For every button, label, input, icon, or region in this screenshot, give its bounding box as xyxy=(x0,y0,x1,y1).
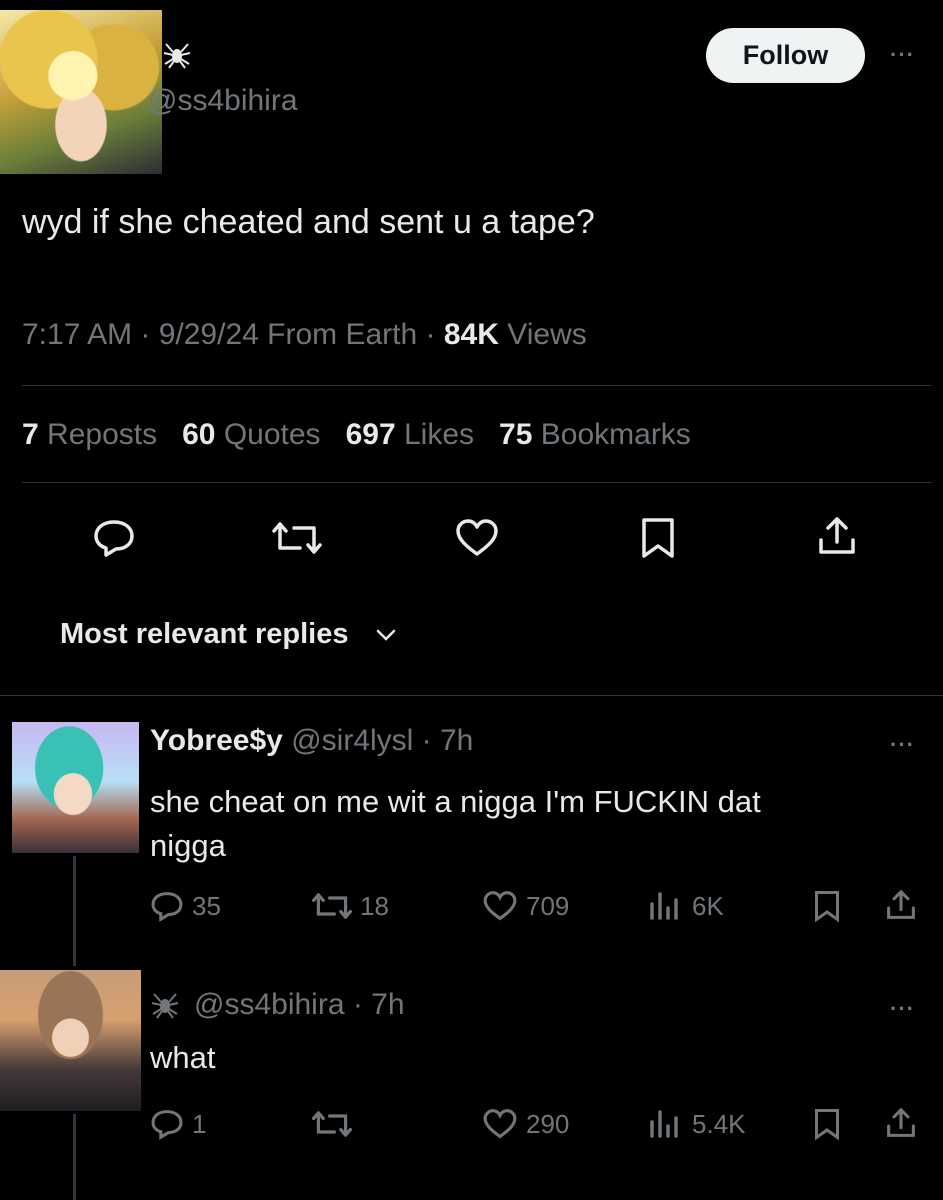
view-count: 5.4K xyxy=(692,1108,746,1139)
views-count: 84K xyxy=(443,318,499,351)
spider-icon xyxy=(162,40,192,75)
chevron-down-icon xyxy=(375,628,397,642)
reply-count: 1 xyxy=(192,1108,207,1139)
more-icon[interactable]: ··· xyxy=(890,42,915,68)
tweet-meta: 7:17 AM · 9/29/24 From Earth · 84K Views xyxy=(22,318,587,352)
author-avatar[interactable] xyxy=(0,10,162,174)
reply-icon[interactable] xyxy=(92,518,136,558)
engagement-stats: 7 Reposts 60 Quotes 697 Likes 75 Bookmar… xyxy=(22,418,691,452)
replies-sort-dropdown[interactable]: Most relevant replies xyxy=(60,618,397,651)
repost-icon xyxy=(312,1108,352,1140)
more-icon[interactable]: ··· xyxy=(890,732,915,758)
reply-action-views[interactable]: 6K xyxy=(648,890,724,922)
analytics-icon xyxy=(648,890,682,922)
reply-display-name[interactable]: Yobree$y xyxy=(150,724,283,757)
quotes-count: 60 xyxy=(182,418,216,451)
reply-header: Yobree$y @sir4lysl · 7h xyxy=(150,724,473,758)
timestamp[interactable]: 7:17 AM · 9/29/24 From Earth · xyxy=(22,318,436,351)
likes-count: 697 xyxy=(345,418,396,451)
bookmarks-label: Bookmarks xyxy=(540,418,691,451)
reply-action-like[interactable]: 290 xyxy=(482,1108,569,1140)
bookmark-icon[interactable] xyxy=(638,516,678,560)
bookmark-icon[interactable] xyxy=(812,888,842,924)
reply-handle-time[interactable]: @ss4bihira · 7h xyxy=(194,988,405,1022)
reply-icon xyxy=(150,890,184,922)
spider-icon xyxy=(150,990,180,1020)
reply-action-repost[interactable] xyxy=(312,1108,352,1140)
divider xyxy=(0,695,943,696)
likes-label: Likes xyxy=(403,418,475,451)
repost-icon[interactable] xyxy=(272,518,322,558)
repost-icon xyxy=(312,890,352,922)
heart-icon[interactable] xyxy=(454,518,500,558)
reply-text: what xyxy=(150,1040,216,1075)
reply-count: 35 xyxy=(192,890,221,921)
reply-action-reply[interactable]: 35 xyxy=(150,890,221,922)
reply-action-views[interactable]: 5.4K xyxy=(648,1108,746,1140)
reposts-label: Reposts xyxy=(47,418,158,451)
quotes-label: Quotes xyxy=(223,418,321,451)
reply-avatar[interactable] xyxy=(0,970,141,1111)
follow-button[interactable]: Follow xyxy=(706,28,865,83)
replies-sort-label: Most relevant replies xyxy=(60,618,349,650)
views-label: Views xyxy=(507,318,587,351)
thread-line xyxy=(73,1114,76,1200)
reply-icon xyxy=(150,1108,184,1140)
bookmarks-count: 75 xyxy=(499,418,533,451)
reply-header: @ss4bihira · 7h xyxy=(150,988,405,1022)
reply-avatar[interactable] xyxy=(12,722,139,853)
heart-icon xyxy=(482,890,518,922)
reply-text-line: she cheat on me wit a nigga I'm FUCKIN d… xyxy=(150,784,761,819)
divider xyxy=(22,482,932,483)
analytics-icon xyxy=(648,1108,682,1140)
reply-action-like[interactable]: 709 xyxy=(482,890,569,922)
more-icon[interactable]: ··· xyxy=(890,996,915,1022)
bookmark-icon[interactable] xyxy=(812,1106,842,1142)
quotes-stat[interactable]: 60 Quotes xyxy=(182,418,320,451)
tweet-text: wyd if she cheated and sent u a tape? xyxy=(22,203,595,241)
reply-text: she cheat on me wit a nigga I'm FUCKIN d… xyxy=(150,780,761,868)
view-count: 6K xyxy=(692,890,724,921)
thread-line xyxy=(73,856,76,966)
share-icon[interactable] xyxy=(884,1104,918,1142)
divider xyxy=(22,385,932,386)
likes-stat[interactable]: 697 Likes xyxy=(346,418,474,451)
share-icon[interactable] xyxy=(815,514,859,558)
reposts-count: 7 xyxy=(22,418,39,451)
reply-text-line: nigga xyxy=(150,828,226,863)
reply-handle-time[interactable]: @sir4lysl · 7h xyxy=(291,724,473,757)
reply-action-reply[interactable]: 1 xyxy=(150,1108,206,1140)
reposts-stat[interactable]: 7 Reposts xyxy=(22,418,157,451)
author-handle[interactable]: @ss4bihira xyxy=(147,84,298,118)
heart-icon xyxy=(482,1108,518,1140)
like-count: 290 xyxy=(526,1108,570,1139)
like-count: 709 xyxy=(526,890,570,921)
bookmarks-stat[interactable]: 75 Bookmarks xyxy=(499,418,691,451)
share-icon[interactable] xyxy=(884,886,918,924)
repost-count: 18 xyxy=(360,890,389,921)
reply-action-repost[interactable]: 18 xyxy=(312,890,389,922)
